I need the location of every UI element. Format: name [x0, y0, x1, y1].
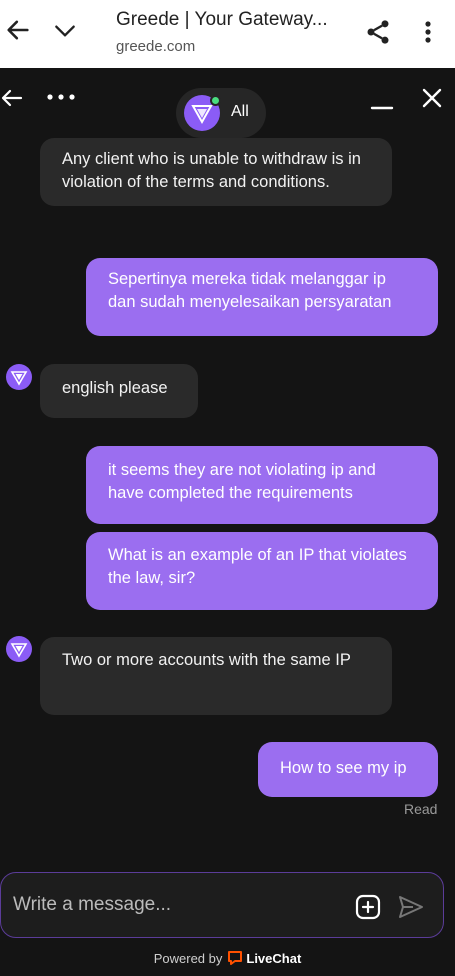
page-title: Greede | Your Gateway...	[116, 9, 328, 30]
livechat-logo-icon	[228, 951, 243, 965]
message-composer	[0, 872, 444, 938]
powered-by-footer[interactable]: Powered by LiveChat	[0, 950, 455, 966]
chat-header: All	[0, 68, 455, 140]
read-receipt: Read	[404, 801, 438, 817]
greede-logo-icon	[10, 371, 28, 386]
send-icon[interactable]	[397, 894, 425, 920]
more-horizontal-icon[interactable]	[46, 90, 76, 104]
add-attachment-icon[interactable]	[355, 894, 381, 920]
back-arrow-icon[interactable]	[4, 16, 32, 44]
agent-avatar-small	[6, 636, 32, 662]
user-message: What is an example of an IP that violate…	[86, 532, 438, 610]
user-message: How to see my ip	[258, 742, 438, 797]
greede-logo-icon	[10, 643, 28, 658]
agent-avatar-small	[6, 364, 32, 390]
agent-selector[interactable]: All	[176, 88, 266, 138]
chevron-down-icon[interactable]	[52, 18, 78, 44]
close-icon[interactable]	[420, 86, 444, 110]
message-input[interactable]	[13, 889, 333, 921]
page-url[interactable]: greede.com	[116, 38, 195, 55]
share-icon[interactable]	[364, 18, 392, 46]
agent-message: Two or more accounts with the same IP	[40, 637, 392, 715]
user-message: Sepertinya mereka tidak melanggar ip dan…	[86, 258, 438, 336]
powered-by-label: Powered by	[153, 951, 223, 966]
agent-message: english please	[40, 364, 198, 418]
online-status-dot	[210, 95, 221, 106]
agent-name: All	[231, 103, 249, 120]
minimize-icon[interactable]	[370, 88, 394, 112]
more-vertical-icon[interactable]	[418, 18, 438, 46]
livechat-brand: LiveChat	[246, 951, 302, 966]
agent-message: Any client who is unable to withdraw is …	[40, 138, 392, 206]
user-message: it seems they are not violating ip and h…	[86, 446, 438, 524]
browser-toolbar: Greede | Your Gateway... greede.com	[0, 0, 455, 68]
chat-back-icon[interactable]	[0, 86, 24, 110]
